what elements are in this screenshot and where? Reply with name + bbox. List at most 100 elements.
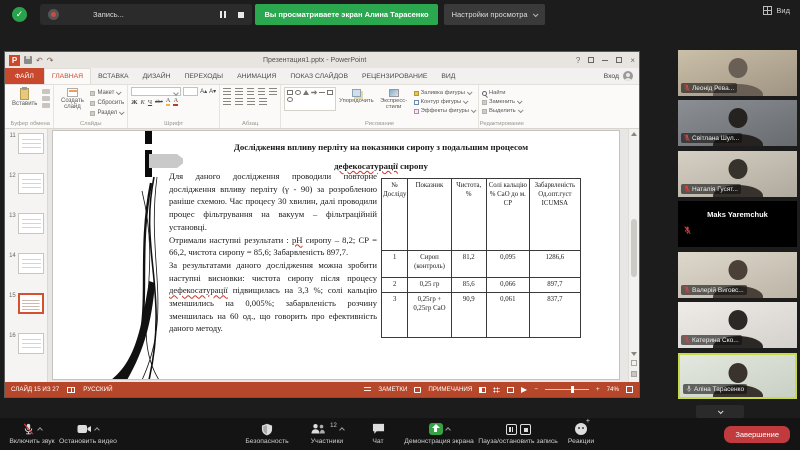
shape-effects-button[interactable]: Эффекты фигуры <box>413 107 477 115</box>
slide-thumbnail-11[interactable]: 11 <box>5 131 47 171</box>
chevron-up-icon[interactable] <box>94 427 100 433</box>
save-icon[interactable] <box>24 56 32 64</box>
paste-button[interactable]: Вставить <box>10 87 39 117</box>
next-slide-icon[interactable] <box>631 371 637 377</box>
normal-view-icon[interactable] <box>479 386 487 393</box>
rectangle-shape-icon[interactable] <box>287 90 294 95</box>
slide-sorter-view-icon[interactable] <box>493 386 501 393</box>
help-icon[interactable]: ? <box>576 56 580 65</box>
current-slide[interactable]: Дослідження впливу перліту на показники … <box>52 130 620 380</box>
pause-recording-icon[interactable] <box>505 423 517 435</box>
shrink-font-icon[interactable]: A▾ <box>209 88 216 95</box>
align-right-icon[interactable] <box>247 98 256 105</box>
align-left-icon[interactable] <box>223 98 232 105</box>
zoom-slider-thumb[interactable] <box>570 386 574 393</box>
minimize-icon[interactable] <box>602 59 609 61</box>
chevron-up-icon[interactable] <box>37 427 43 433</box>
strikethrough-button[interactable]: abc <box>155 99 163 105</box>
increase-indent-icon[interactable] <box>258 88 266 95</box>
italic-button[interactable]: К <box>141 99 145 106</box>
tab-home[interactable]: ГЛАВНАЯ <box>43 68 92 84</box>
line-spacing-icon[interactable] <box>269 88 278 95</box>
tab-view[interactable]: ВИД <box>434 68 462 84</box>
numbering-icon[interactable] <box>235 88 244 95</box>
select-button[interactable]: Выделить <box>481 107 524 115</box>
language-indicator[interactable]: РУССКИЙ <box>83 386 112 393</box>
copy-icon[interactable] <box>42 96 51 101</box>
active-speaker-video-tile[interactable]: Аліна Тарасенко <box>678 353 797 399</box>
bold-button[interactable]: Ж <box>131 99 137 106</box>
decrease-indent-icon[interactable] <box>247 88 255 95</box>
find-button[interactable]: Найти <box>481 89 522 97</box>
view-settings-dropdown[interactable]: Настройки просмотра <box>443 4 545 25</box>
tab-animations[interactable]: АНИМАЦИЯ <box>230 68 283 84</box>
comments-toggle[interactable]: ПРИМЕЧАНИЯ <box>428 386 472 393</box>
participants-button[interactable]: 12 Участники <box>296 422 358 445</box>
scroll-down-icon[interactable] <box>631 352 637 356</box>
slide-thumbnail-14[interactable]: 14 <box>5 251 47 291</box>
view-button[interactable]: Вид <box>763 6 790 15</box>
tab-slideshow[interactable]: ПОКАЗ СЛАЙДОВ <box>283 68 355 84</box>
zoom-out-icon[interactable]: − <box>534 386 538 393</box>
tab-design[interactable]: ДИЗАЙН <box>136 68 178 84</box>
font-color-button[interactable]: А <box>173 97 179 106</box>
fit-slide-icon[interactable] <box>626 386 633 393</box>
participant-video-tile[interactable]: Леонід Рева... <box>678 50 797 96</box>
reset-button[interactable]: Сбросить <box>90 99 124 107</box>
participant-video-tile[interactable]: Валерій Виговс... <box>678 252 797 298</box>
highlight-color-button[interactable]: A <box>165 97 171 106</box>
slide-thumbnail-12[interactable]: 12 <box>5 171 47 211</box>
scroll-up-icon[interactable] <box>631 132 637 136</box>
font-size-combobox[interactable] <box>183 87 199 96</box>
arrange-button[interactable]: Упорядочить <box>339 87 374 117</box>
slide-body-text[interactable]: Для даного дослідження проводили повторн… <box>169 170 377 335</box>
align-center-icon[interactable] <box>235 98 244 105</box>
quick-styles-button[interactable]: Экспресс-стили <box>377 87 411 117</box>
slide-thumbnail-13[interactable]: 13 <box>5 211 47 251</box>
arrow-shape-icon[interactable] <box>311 90 318 95</box>
oval-shape-icon[interactable] <box>287 97 294 102</box>
layout-button[interactable]: Макет <box>90 89 124 97</box>
slide-thumbnail-15-selected[interactable]: 15 <box>5 291 47 331</box>
quick-access-toolbar[interactable]: ↶ ↷ <box>36 56 53 65</box>
scrollbar-thumb[interactable] <box>631 219 637 277</box>
previous-slide-icon[interactable] <box>631 360 637 366</box>
slideshow-view-icon[interactable] <box>521 386 528 393</box>
chevron-up-icon[interactable] <box>339 427 345 433</box>
zoom-slider[interactable] <box>544 386 589 393</box>
end-meeting-button[interactable]: Завершение <box>724 426 790 443</box>
chat-button[interactable]: Чат <box>360 422 396 445</box>
ribbon-options-icon[interactable] <box>588 57 595 63</box>
underline-button[interactable]: Ч <box>148 99 152 106</box>
participant-video-tile[interactable]: Наталія Гусят... <box>678 151 797 197</box>
justify-icon[interactable] <box>259 98 268 105</box>
tab-review[interactable]: РЕЦЕНЗИРОВАНИЕ <box>355 68 434 84</box>
recording-controls[interactable]: Пауза/остановить запись <box>466 422 570 445</box>
new-slide-button[interactable]: Создать слайд <box>57 87 87 117</box>
tab-transitions[interactable]: ПЕРЕХОДЫ <box>178 68 231 84</box>
format-painter-icon[interactable] <box>42 103 51 108</box>
reading-view-icon[interactable] <box>507 386 515 393</box>
shape-fill-button[interactable]: Заливка фигуры <box>413 89 475 97</box>
reactions-button[interactable]: Реакции <box>556 418 606 445</box>
bullets-icon[interactable] <box>223 88 232 95</box>
tab-insert[interactable]: ВСТАВКА <box>91 68 135 84</box>
slide-thumbnail-16[interactable]: 16 <box>5 331 47 371</box>
zoom-percent[interactable]: 74% <box>607 386 619 393</box>
notes-toggle[interactable]: ЗАМЕТКИ <box>378 386 407 393</box>
vertical-scrollbar[interactable] <box>628 129 639 382</box>
frame-shape-icon[interactable] <box>327 90 334 95</box>
zoom-in-icon[interactable]: + <box>596 386 600 393</box>
tab-file[interactable]: ФАЙЛ <box>5 68 44 84</box>
close-icon[interactable]: × <box>630 56 635 65</box>
restore-icon[interactable] <box>616 57 623 63</box>
grow-font-icon[interactable]: A▴ <box>200 88 207 95</box>
stop-video-button[interactable]: Остановить видео <box>46 422 130 445</box>
cut-icon[interactable] <box>42 89 51 94</box>
ellipse-shape-icon[interactable] <box>295 90 302 95</box>
chevron-up-icon[interactable] <box>444 427 451 433</box>
stop-recording-icon[interactable] <box>519 423 531 435</box>
shapes-gallery[interactable] <box>284 87 337 111</box>
font-name-combobox[interactable] <box>131 87 182 96</box>
more-participants-button[interactable] <box>696 405 744 418</box>
